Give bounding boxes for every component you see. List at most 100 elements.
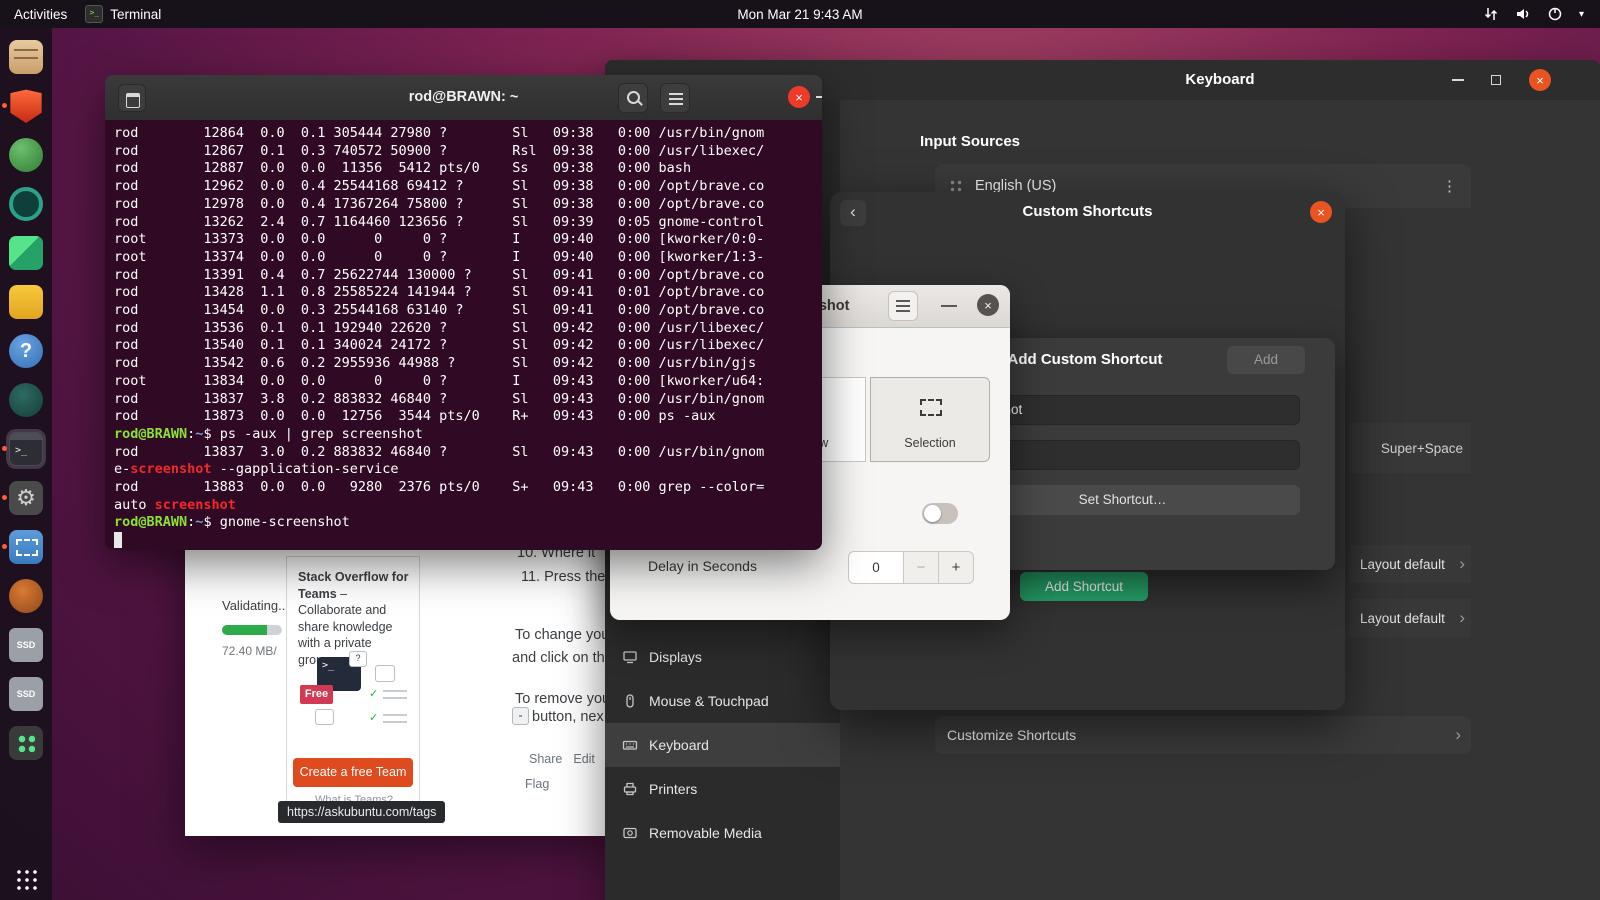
drag-handle-icon[interactable] — [949, 179, 963, 193]
sidebar-item-label: Keyboard — [649, 737, 709, 753]
dialog-title: Custom Shortcuts — [1022, 203, 1153, 220]
green-app-app-icon[interactable] — [6, 135, 46, 175]
settings-app-icon[interactable] — [2, 478, 46, 518]
sidebar-item-displays[interactable]: Displays — [605, 635, 840, 679]
settings-icon — [9, 481, 43, 515]
brave-icon — [10, 89, 42, 123]
minimize-icon[interactable] — [1452, 79, 1464, 81]
sidebar-item-printers[interactable]: Printers — [605, 767, 840, 811]
terminal-line: rod 13428 1.1 0.8 25585224 141944 ? Sl 0… — [114, 284, 765, 301]
network-icon — [1484, 8, 1497, 20]
stackoverflow-teams-ad: Stack Overflow for Teams – Collaborate a… — [286, 556, 420, 812]
compose-key-row[interactable]: Layout default › — [1349, 599, 1471, 637]
customize-shortcuts-row[interactable]: Customize Shortcuts › — [935, 716, 1471, 754]
maximize-icon[interactable] — [1491, 75, 1501, 85]
sidebar-item-mouse-touchpad[interactable]: Mouse & Touchpad — [605, 679, 840, 723]
yellow-app-icon — [9, 285, 43, 319]
ssd-drive-2-app-icon[interactable]: SSD — [6, 674, 46, 714]
terminal-line: rod 13837 3.0 0.2 883832 46840 ? Sl 09:4… — [114, 443, 765, 460]
running-indicator — [2, 103, 7, 108]
clock[interactable]: Mon Mar 21 9:43 AM — [737, 7, 862, 22]
alternate-characters-row[interactable]: Layout default › — [1349, 545, 1471, 583]
screenshot-tool-icon — [9, 530, 43, 564]
sidebar-item-removable-media[interactable]: Removable Media — [605, 811, 840, 855]
terminal-line: auto screenshot — [114, 496, 236, 513]
increment-button[interactable]: + — [939, 551, 974, 584]
paragraph-line: and click on th — [512, 650, 605, 666]
terminal-icon — [9, 432, 43, 466]
delay-value[interactable]: 0 — [848, 551, 904, 584]
search-icon[interactable] — [618, 83, 648, 113]
hamburger-menu-icon[interactable] — [660, 83, 690, 113]
terminal-line: rod 12867 0.1 0.3 740572 50900 ? Rsl 09:… — [114, 142, 765, 159]
show-pointer-toggle[interactable] — [922, 503, 958, 524]
create-team-button[interactable]: Create a free Team — [293, 758, 413, 787]
display-icon — [622, 649, 638, 665]
dark-app-app-icon[interactable] — [6, 380, 46, 420]
system-status-area[interactable]: ▾ — [1483, 6, 1600, 22]
dots-app-app-icon[interactable] — [6, 723, 46, 763]
files-app-icon[interactable] — [6, 37, 46, 77]
terminal-headerbar[interactable]: rod@BRAWN: ~ × — [105, 75, 822, 121]
terminal-line: rod 12864 0.0 0.1 305444 27980 ? Sl 09:3… — [114, 125, 765, 141]
terminal-line: e-screenshot --gapplication-service — [114, 461, 399, 478]
sidebar-item-label: Displays — [649, 649, 702, 665]
show-applications-icon[interactable] — [15, 868, 37, 890]
flag-link[interactable]: Flag — [525, 777, 549, 791]
boxes-app-icon[interactable] — [6, 233, 46, 273]
sidebar-item-keyboard[interactable]: Keyboard — [605, 723, 840, 767]
ssd-drive-1-icon: SSD — [9, 628, 43, 662]
layout-default-label: Layout default — [1360, 610, 1445, 626]
shortcut-accel-row: Super+Space — [1349, 423, 1471, 473]
terminal-window[interactable]: rod@BRAWN: ~ × rod 12864 0.0 0.1 305444 … — [105, 75, 822, 550]
kebab-menu-icon[interactable]: ⋮ — [1442, 177, 1457, 195]
yellow-app-app-icon[interactable] — [6, 282, 46, 322]
terminal-line: root 13373 0.0 0.0 0 0 ? I 09:40 0:00 [k… — [114, 231, 765, 248]
close-icon[interactable]: × — [1310, 201, 1332, 223]
download-status: Validating... — [222, 598, 289, 613]
add-button[interactable]: Add — [1227, 346, 1305, 374]
top-bar: Activities >_ Terminal Mon Mar 21 9:43 A… — [0, 0, 1600, 28]
dots-app-icon — [9, 726, 43, 760]
add-shortcut-button[interactable]: Add Shortcut — [1020, 572, 1148, 601]
chevron-down-icon: ▾ — [1578, 8, 1584, 20]
terminal-output[interactable]: rod 12864 0.0 0.1 305444 27980 ? Sl 09:3… — [105, 120, 822, 550]
close-icon[interactable]: × — [788, 86, 810, 108]
teal-app-app-icon[interactable] — [6, 184, 46, 224]
download-progress-bar — [222, 625, 282, 635]
terminal-line: root 13834 0.0 0.0 0 0 ? I 09:43 0:00 [k… — [114, 372, 765, 389]
ssd-drive-1-app-icon[interactable]: SSD — [6, 625, 46, 665]
terminal-line: rod 13837 3.8 0.2 883832 46840 ? Sl 09:4… — [114, 390, 765, 407]
terminal-line: rod@BRAWN:~$ gnome-screenshot — [114, 514, 350, 531]
mouse-icon — [622, 693, 638, 709]
checklist-icon: ✓ — [369, 711, 409, 729]
minimize-icon[interactable] — [941, 305, 957, 307]
boxes-icon — [9, 236, 43, 270]
screenshot-tool-app-icon[interactable] — [2, 527, 46, 567]
running-indicator — [2, 446, 7, 451]
share-link[interactable]: Share — [529, 752, 562, 766]
terminal-line: rod 13391 0.4 0.7 25622744 130000 ? Sl 0… — [114, 266, 765, 283]
brave-app-icon[interactable] — [2, 86, 46, 126]
printer-icon — [622, 781, 638, 797]
minimize-icon[interactable] — [816, 96, 822, 98]
terminal-line: rod 13540 0.1 0.1 340024 24172 ? Sl 09:4… — [114, 337, 765, 354]
decrement-button[interactable]: − — [904, 551, 939, 584]
terminal-app-icon[interactable] — [2, 429, 46, 469]
terminal-line: rod 12962 0.0 0.4 25544168 69412 ? Sl 09… — [114, 178, 765, 195]
terminal-title: rod@BRAWN: ~ — [408, 89, 519, 105]
capture-selection-tile[interactable]: Selection — [870, 377, 990, 462]
terminal-line: rod 13262 2.4 0.7 1164460 123656 ? Sl 09… — [114, 213, 765, 230]
download-size: 72.40 MB/ — [222, 644, 277, 658]
ad-title: Stack Overflow for Teams — [298, 570, 409, 601]
terminal-line: rod 13454 0.0 0.3 25544168 63140 ? Sl 09… — [114, 302, 765, 319]
hamburger-menu-icon[interactable] — [888, 291, 918, 321]
close-icon[interactable]: × — [977, 294, 999, 316]
speech-bubble-icon — [375, 665, 395, 682]
sidebar-item-label: Removable Media — [649, 825, 762, 841]
swirl-app-app-icon[interactable] — [6, 576, 46, 616]
chevron-right-icon: › — [1459, 608, 1465, 627]
close-icon[interactable]: × — [1529, 69, 1551, 91]
help-app-icon[interactable] — [6, 331, 46, 371]
edit-link[interactable]: Edit — [573, 752, 595, 766]
